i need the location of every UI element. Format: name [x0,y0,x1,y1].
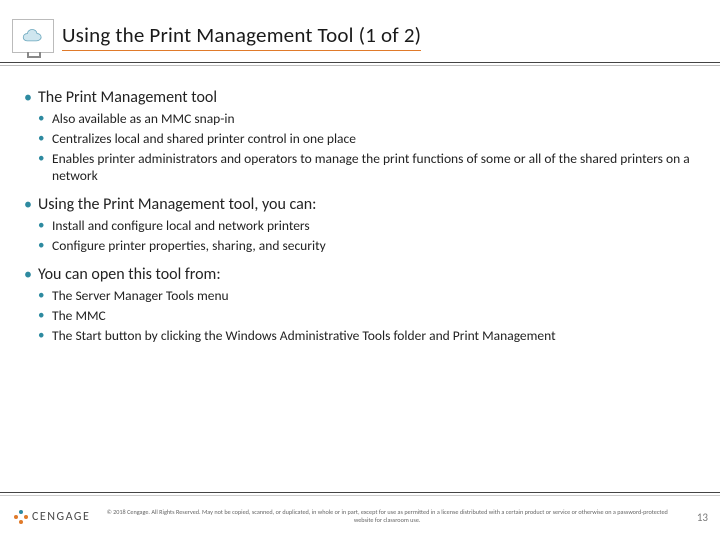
bullet-lvl2: The MMC [38,307,696,325]
footer-divider [0,492,720,496]
bullet-lvl1: Using the Print Management tool, you can… [24,195,696,255]
slide-title: Using the Print Management Tool (1 of 2) [62,22,421,51]
bullet-text: You can open this tool from: [38,265,221,284]
bullet-lvl2: Install and configure local and network … [38,217,696,235]
bullet-lvl2: Also available as an MMC snap-in [38,110,696,128]
copyright-text: © 2018 Cengage. All Rights Reserved. May… [90,509,684,525]
bullet-lvl1: The Print Management tool Also available… [24,88,696,185]
page-number: 13 [684,511,708,524]
bullet-lvl2: Centralizes local and shared printer con… [38,130,696,148]
cloud-icon [20,27,46,45]
bullet-lvl2: Configure printer properties, sharing, a… [38,237,696,255]
body: The Print Management tool Also available… [24,88,696,486]
title-icon [12,19,54,53]
slide: Using the Print Management Tool (1 of 2)… [0,0,720,540]
bullet-lvl2: Enables printer administrators and opera… [38,150,696,186]
brand-logo: CENGAGE [14,510,90,524]
bullet-text: Using the Print Management tool, you can… [38,195,316,214]
bullet-text: The Print Management tool [38,88,217,107]
bullet-lvl1: You can open this tool from: The Server … [24,265,696,344]
footer: CENGAGE © 2018 Cengage. All Rights Reser… [14,500,708,534]
brand-mark-icon [14,510,28,524]
brand-name: CENGAGE [32,510,90,524]
title-divider [0,62,720,66]
bullet-lvl2: The Start button by clicking the Windows… [38,327,696,345]
bullet-lvl2: The Server Manager Tools menu [38,287,696,305]
title-row: Using the Print Management Tool (1 of 2) [12,16,708,56]
